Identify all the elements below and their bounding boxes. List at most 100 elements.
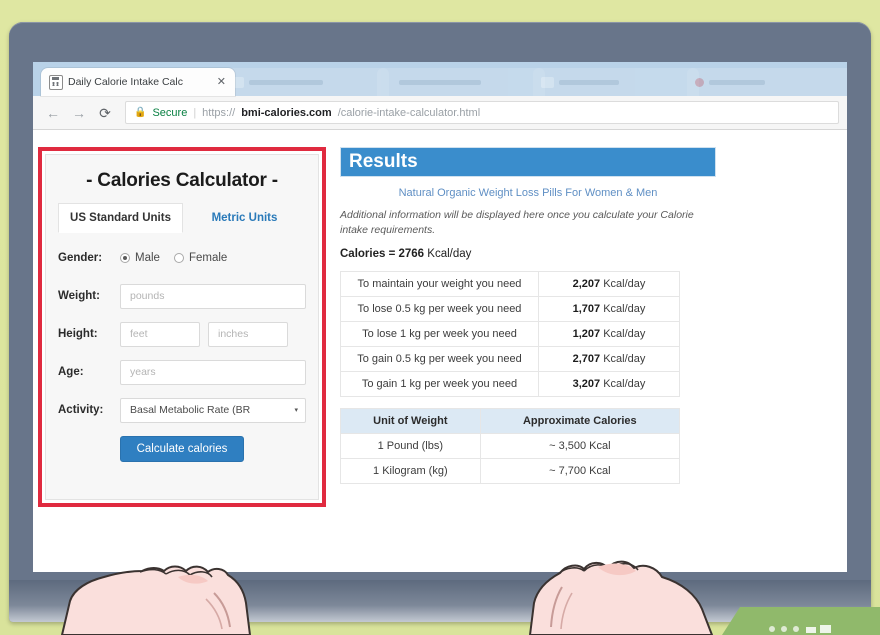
row-number: 2,207 [572,278,601,291]
row-description: To lose 1 kg per week you need [340,321,539,348]
height-label: Height: [58,328,98,340]
height-feet-input[interactable]: feet [120,321,200,347]
row-value: 1,707 Kcal/day [538,296,680,323]
tab-title-placeholder [559,79,619,85]
url-path: /calorie-intake-calculator.html [337,106,481,119]
row-unit: Kcal/day [603,353,646,366]
tab-title-placeholder [399,79,481,85]
gender-row: Gender: Male Female [58,239,306,277]
browser-tab-active[interactable]: Daily Calorie Intake Calc ✕ [41,68,235,96]
address-separator: | [193,106,197,119]
row-unit: Kcal/day [603,378,646,391]
right-hand [528,560,714,635]
weight-label: Weight: [58,290,100,302]
gender-male-label: Male [135,252,160,264]
laptop-screen: Daily Calorie Intake Calc ✕ ← → ⟳ 🔒 Secu… [33,62,847,572]
row-number: 3,207 [572,378,601,391]
row-number: 1,207 [572,328,601,341]
unit-tabs: US Standard Units Metric Units [58,203,306,233]
browser-tab-strip: Daily Calorie Intake Calc ✕ [33,62,847,96]
results-note: Additional information will be displayed… [340,209,694,237]
row-description: To lose 0.5 kg per week you need [340,296,539,323]
row-unit: Kcal/day [603,328,646,341]
calories-value: 2766 [398,248,425,261]
activity-row: Activity: Basal Metabolic Rate (BR ▾ [58,391,306,429]
gender-label: Gender: [58,252,103,264]
row-description: To gain 0.5 kg per week you need [340,346,539,373]
close-icon[interactable]: ✕ [216,76,227,88]
page-title: - Calories Calculator - [86,170,278,191]
radio-unselected-icon[interactable] [173,253,184,263]
age-input[interactable]: years [120,359,306,385]
wikihow-watermark [722,607,880,635]
age-row: Age: years [58,353,306,391]
row-value: 1,207 Kcal/day [538,321,680,348]
row-unit: Kcal/day [603,278,646,291]
tab-metric-units[interactable]: Metric Units [183,203,306,233]
calories-total: Calories = 2766 Kcal/day [340,248,716,260]
column-header-unit: Unit of Weight [340,408,481,435]
row-description: To gain 1 kg per week you need [340,371,539,398]
chevron-down-icon: ▾ [294,407,298,414]
browser-tab-background-4[interactable] [687,68,847,96]
row-number: 1,707 [572,303,601,316]
forward-icon[interactable]: → [67,101,91,125]
back-icon[interactable]: ← [41,101,65,125]
weight-input[interactable]: pounds [120,283,306,309]
lock-icon: 🔒 [134,106,147,118]
radio-selected-icon[interactable] [120,253,130,263]
row-unit: Kcal/day [603,303,646,316]
age-label: Age: [58,366,84,378]
url-scheme: https:// [202,106,236,119]
row-description: To maintain your weight you need [340,271,539,298]
calculator-favicon-icon [49,74,63,90]
left-hand [60,565,252,635]
web-page: - Calories Calculator - US Standard Unit… [33,131,847,572]
results-panel: Results Natural Organic Weight Loss Pill… [340,147,716,557]
reload-icon[interactable]: ⟳ [93,101,117,125]
activity-selected-value: Basal Metabolic Rate (BR [130,404,251,416]
gender-radio-female[interactable]: Female [173,252,228,264]
screenshot-stage: Daily Calorie Intake Calc ✕ ← → ⟳ 🔒 Secu… [0,0,880,635]
browser-toolbar: ← → ⟳ 🔒 Secure | https:// bmi-calories.c… [33,96,847,130]
unit-calories: ~ 7,700 Kcal [479,458,681,485]
row-value: 2,707 Kcal/day [538,346,680,373]
calories-unit: Kcal/day [427,248,472,261]
calculate-calories-button[interactable]: Calculate calories [119,436,245,462]
tab-us-standard-units[interactable]: US Standard Units [58,203,183,233]
address-bar[interactable]: 🔒 Secure | https:// bmi-calories.com /ca… [125,101,839,124]
height-row: Height: feet inches [58,315,306,353]
row-number: 2,707 [572,353,601,366]
calories-prefix: Calories = [340,248,396,261]
table-header-row: Unit of Weight Approximate Calories [340,408,681,435]
table-row: To maintain your weight you need 2,207 K… [340,271,680,298]
weight-row: Weight: pounds [58,277,306,315]
tab-title-placeholder [249,79,323,85]
tab-title: Daily Calorie Intake Calc [68,76,183,88]
table-row: To gain 0.5 kg per week you need 2,707 K… [340,346,680,373]
tab-favicon-placeholder-icon [695,77,704,87]
tab-favicon-placeholder-icon [541,76,554,88]
activity-select[interactable]: Basal Metabolic Rate (BR ▾ [120,397,306,423]
gender-female-label: Female [188,252,228,264]
browser-tab-background-3[interactable] [533,68,699,96]
height-inches-input[interactable]: inches [208,321,288,347]
activity-label: Activity: [58,404,104,416]
row-value: 3,207 Kcal/day [538,371,680,398]
unit-calories: ~ 3,500 Kcal [479,433,681,460]
column-header-calories: Approximate Calories [479,408,681,435]
security-label: Secure [152,106,188,119]
calories-calculator-panel: - Calories Calculator - US Standard Unit… [45,154,319,500]
table-row: To lose 0.5 kg per week you need 1,707 K… [340,296,680,323]
calorie-targets-table: To maintain your weight you need 2,207 K… [340,271,680,398]
row-value: 2,207 Kcal/day [538,271,680,298]
unit-name: 1 Pound (lbs) [340,433,481,460]
tab-title-placeholder [709,79,765,85]
table-row: To gain 1 kg per week you need 3,207 Kca… [340,371,680,398]
browser-tab-background-1[interactable] [223,68,389,96]
results-heading: Results [340,147,716,177]
browser-tab-background-2[interactable] [377,68,545,96]
unit-name: 1 Kilogram (kg) [340,458,481,485]
gender-radio-male[interactable]: Male [120,252,160,264]
advertisement-link[interactable]: Natural Organic Weight Loss Pills For Wo… [340,187,716,199]
